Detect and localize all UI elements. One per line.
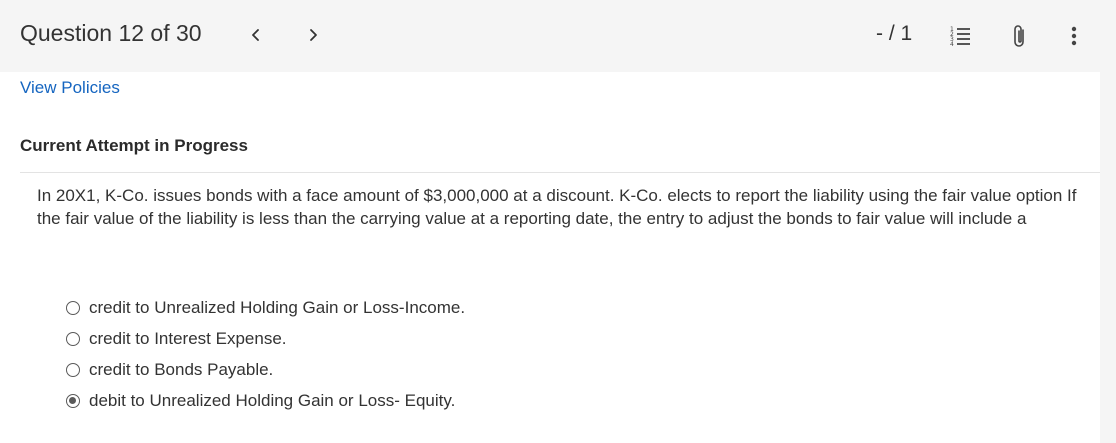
answer-option-label: credit to Unrealized Holding Gain or Los… bbox=[89, 297, 466, 317]
more-options-button[interactable] bbox=[1060, 22, 1088, 50]
question-panel: View Policies Current Attempt in Progres… bbox=[0, 72, 1100, 443]
answer-option-label: credit to Bonds Payable. bbox=[89, 359, 274, 379]
chevron-left-icon bbox=[252, 29, 259, 41]
radio-button[interactable] bbox=[66, 331, 80, 346]
question-header: Question 12 of 30 - / 1 1 2 3 4 bbox=[0, 0, 1116, 72]
attempt-heading: Current Attempt in Progress bbox=[20, 136, 248, 155]
answer-option-1[interactable]: credit to Unrealized Holding Gain or Los… bbox=[66, 292, 465, 323]
attachment-button[interactable] bbox=[1006, 22, 1034, 50]
answer-options: credit to Unrealized Holding Gain or Los… bbox=[66, 292, 465, 416]
next-question-button[interactable] bbox=[304, 22, 324, 48]
radio-button[interactable] bbox=[66, 300, 80, 315]
question-text: In 20X1, K-Co. issues bonds with a face … bbox=[37, 186, 1077, 228]
answer-option-4[interactable]: debit to Unrealized Holding Gain or Loss… bbox=[66, 385, 465, 416]
svg-text:4: 4 bbox=[950, 41, 954, 48]
radio-button[interactable] bbox=[66, 362, 80, 377]
more-vertical-icon bbox=[1071, 26, 1077, 46]
list-icon: 1 2 3 4 bbox=[950, 26, 970, 48]
chevron-right-icon bbox=[310, 29, 317, 41]
divider bbox=[20, 172, 1100, 173]
question-title: Question 12 of 30 bbox=[20, 20, 202, 46]
answer-option-label: credit to Interest Expense. bbox=[89, 328, 287, 348]
previous-question-button[interactable] bbox=[246, 22, 266, 48]
view-policies-link[interactable]: View Policies bbox=[20, 78, 120, 98]
attachment-icon bbox=[1014, 25, 1024, 47]
radio-button[interactable] bbox=[66, 393, 80, 408]
answer-option-2[interactable]: credit to Interest Expense. bbox=[66, 323, 465, 354]
question-score: - / 1 bbox=[876, 22, 913, 45]
answer-option-label: debit to Unrealized Holding Gain or Loss… bbox=[89, 390, 456, 410]
question-list-button[interactable]: 1 2 3 4 bbox=[946, 22, 974, 50]
answer-option-3[interactable]: credit to Bonds Payable. bbox=[66, 354, 465, 385]
